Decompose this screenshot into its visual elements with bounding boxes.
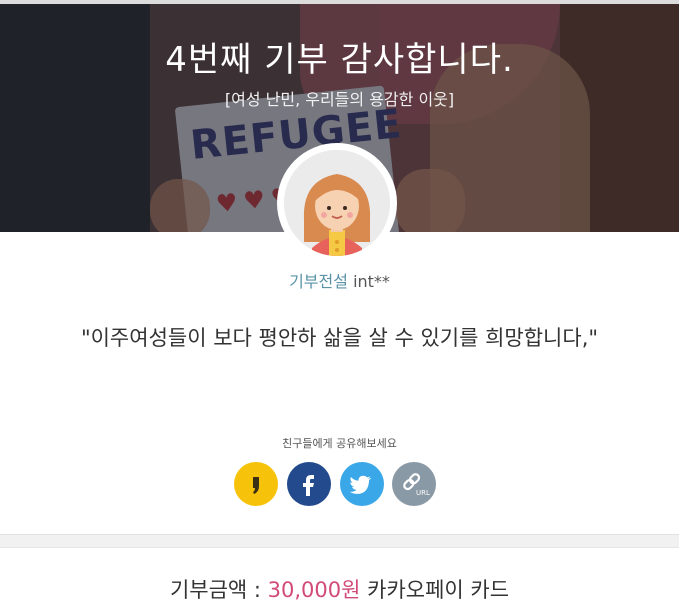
facebook-icon: [303, 475, 314, 496]
kakao-share-button[interactable]: [234, 462, 278, 506]
page-title: 4번째 기부 감사합니다.: [165, 40, 514, 80]
avatar: [277, 143, 397, 263]
donor-tier: 기부전설: [289, 272, 348, 291]
share-buttons: URL: [234, 462, 436, 508]
svg-text:URL: URL: [416, 489, 430, 497]
twitter-icon: [349, 475, 372, 494]
donor-name: int**: [353, 272, 390, 291]
donor-info: 기부전설 int**: [0, 268, 679, 292]
donor-message: "이주여성들이 보다 평안하 삶을 살 수 있기를 희망합니다,": [80, 326, 599, 350]
url-share-button[interactable]: URL: [392, 462, 436, 506]
twitter-share-button[interactable]: [340, 462, 384, 506]
kakao-talk-icon: [253, 477, 259, 494]
avatar-girl-icon: [284, 150, 390, 256]
donation-amount-value: 30,000원: [267, 578, 361, 602]
donation-amount-row: 기부금액 : 30,000원 카카오페이 카드: [0, 574, 679, 604]
payment-method: 카카오페이 카드: [360, 578, 510, 602]
donation-amount-label: 기부금액 :: [169, 578, 268, 602]
campaign-title: [여성 난민, 우리들의 용감한 이웃]: [224, 90, 455, 109]
section-divider: [0, 534, 679, 548]
link-url-icon: URL: [403, 473, 430, 497]
facebook-share-button[interactable]: [287, 462, 331, 506]
share-label: 친구들에게 공유해보세요: [282, 437, 397, 450]
